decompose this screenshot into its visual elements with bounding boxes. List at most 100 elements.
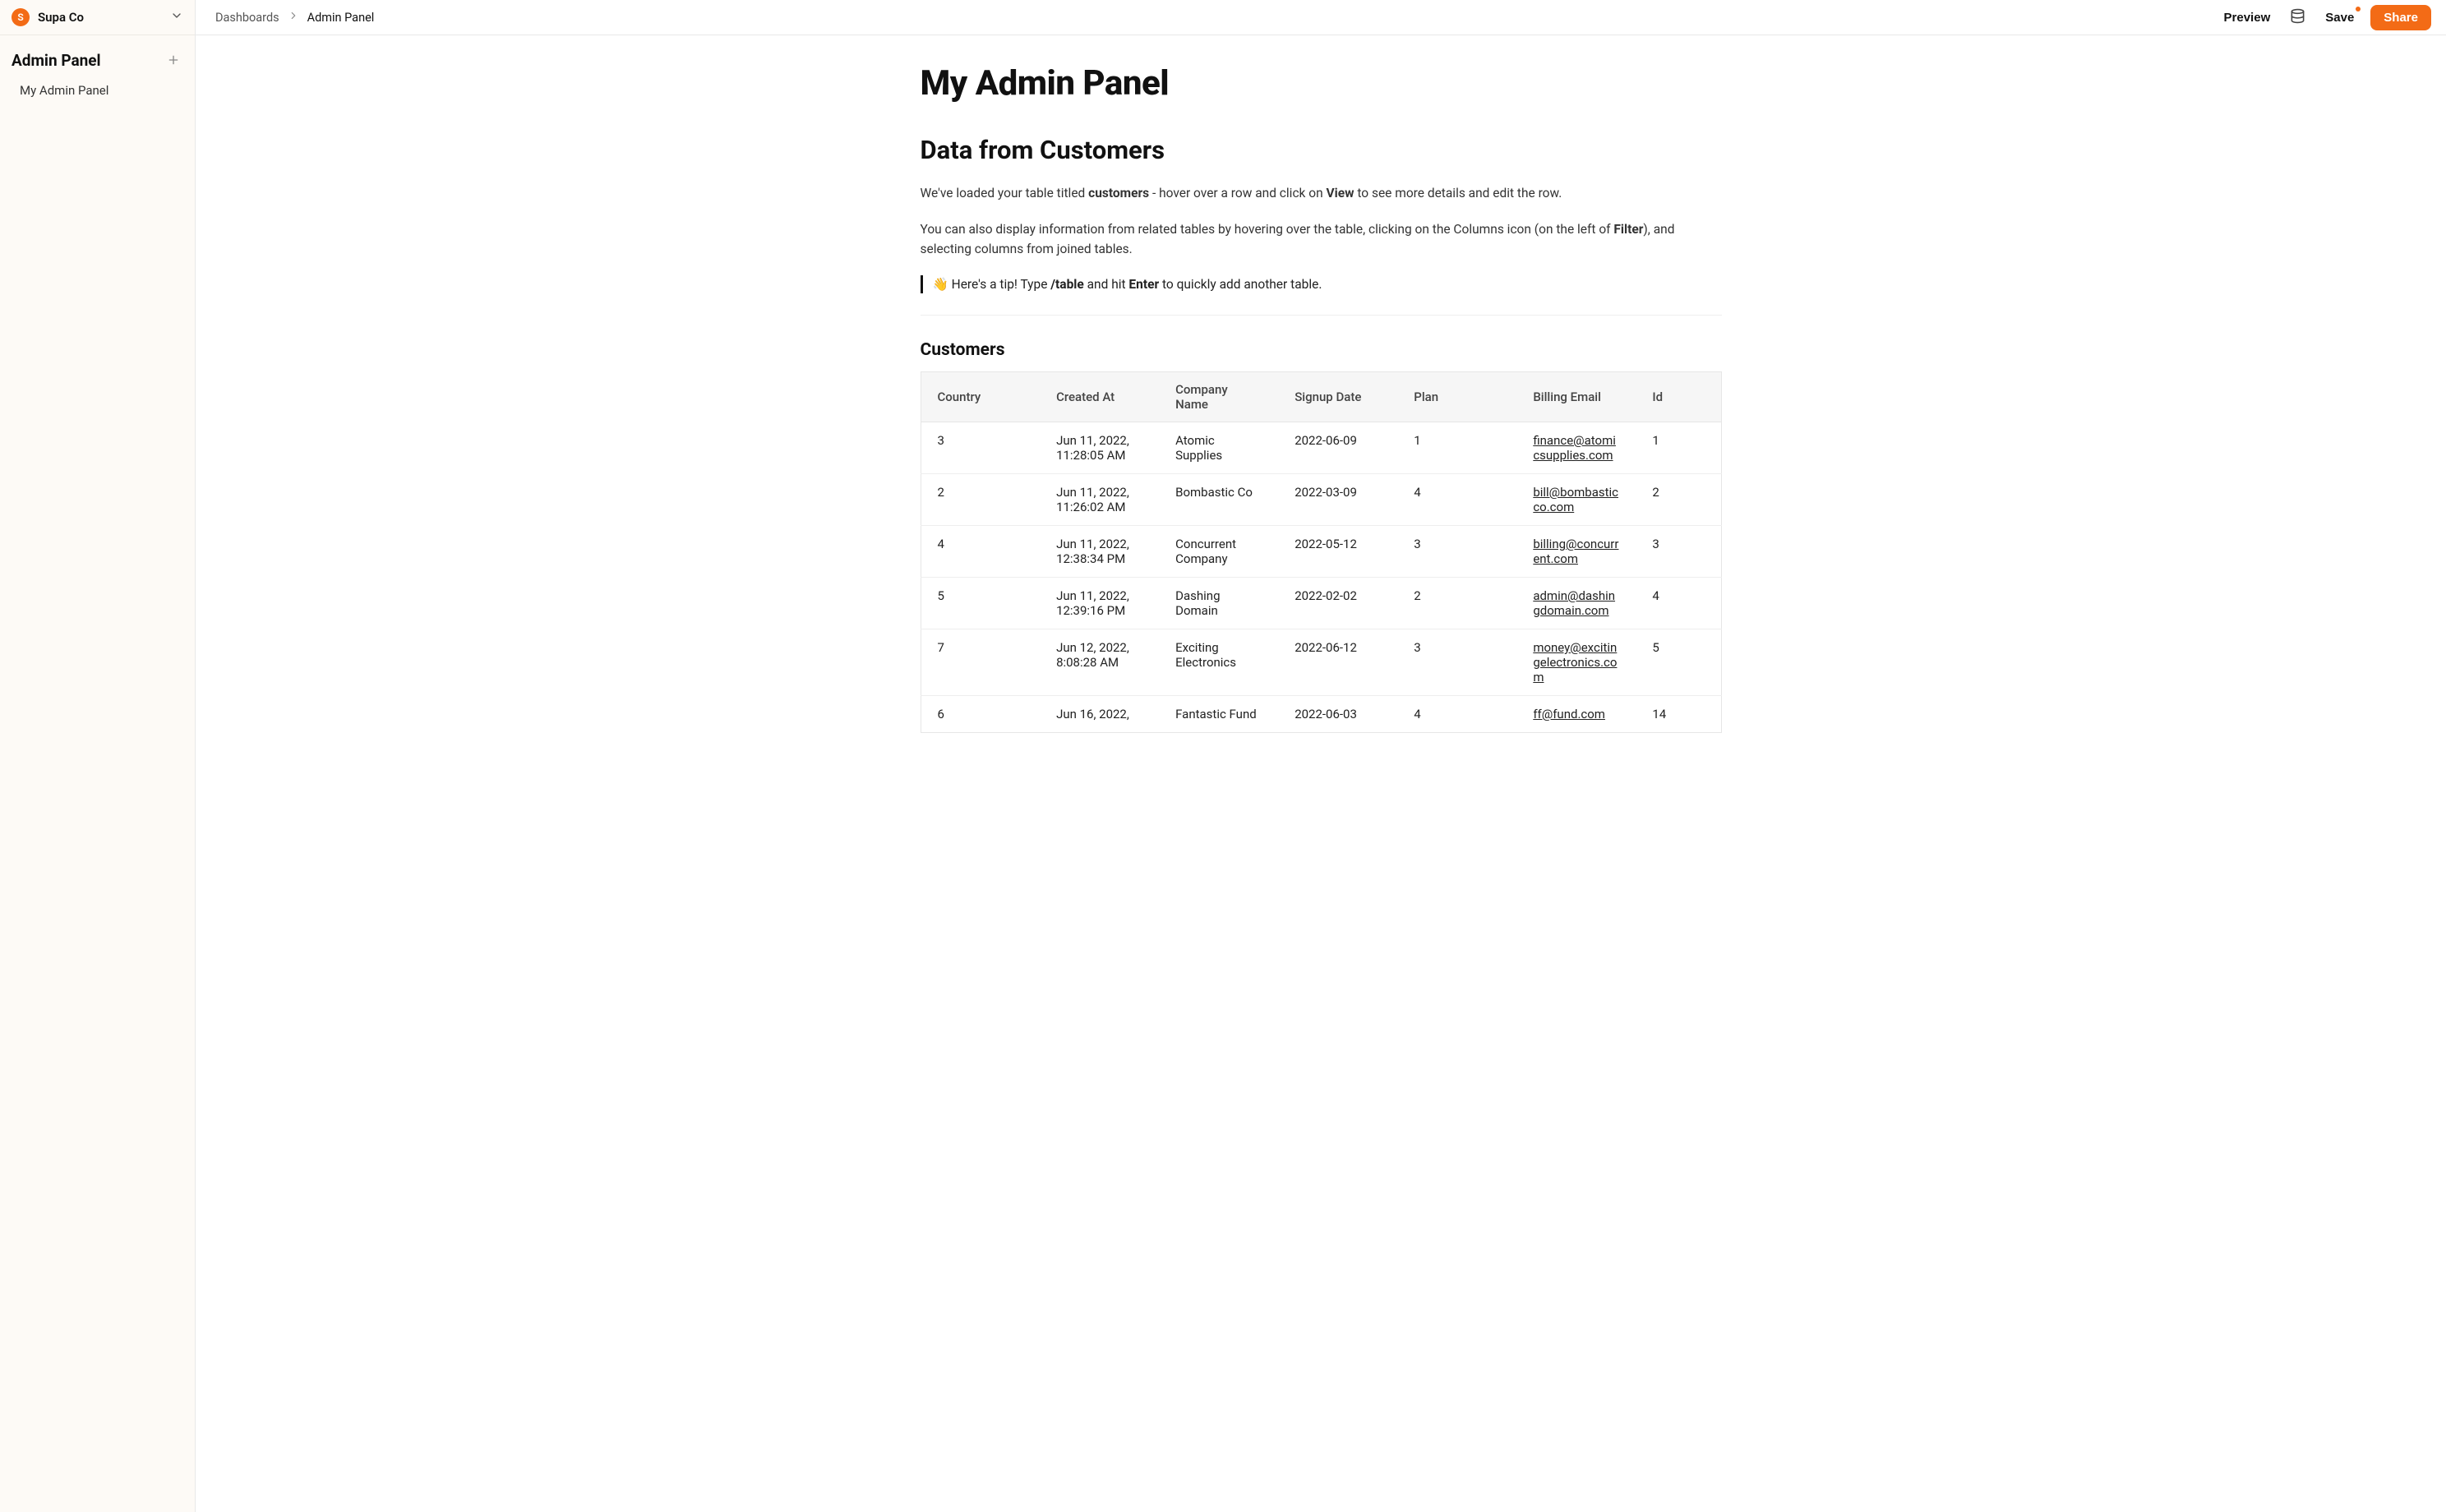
table-row[interactable]: 3Jun 11, 2022, 11:28:05 AMAtomic Supplie…: [921, 422, 1721, 474]
billing-email-link[interactable]: bill@bombasticco.com: [1533, 485, 1618, 514]
table-row[interactable]: 2Jun 11, 2022, 11:26:02 AMBombastic Co20…: [921, 474, 1721, 526]
table-row[interactable]: 5Jun 11, 2022, 12:39:16 PMDashing Domain…: [921, 578, 1721, 629]
billing-email-link[interactable]: finance@atomicsupplies.com: [1533, 433, 1616, 463]
sidebar: S Supa Co Admin Panel My Admin Panel: [0, 0, 196, 1512]
cell-created-at: Jun 11, 2022, 11:28:05 AM: [1040, 422, 1159, 474]
divider: [921, 315, 1722, 316]
text: We've loaded your table titled: [921, 186, 1089, 201]
cell-signup: 2022-05-12: [1278, 526, 1397, 578]
cell-country: 2: [921, 474, 1040, 526]
customers-table: Country Created At Company Name Signup D…: [921, 371, 1722, 733]
column-header-id[interactable]: Id: [1636, 372, 1721, 422]
add-page-button[interactable]: [164, 50, 183, 70]
chevron-down-icon: [170, 9, 183, 25]
cell-created-at: Jun 12, 2022, 8:08:28 AM: [1040, 629, 1159, 696]
table-row[interactable]: 7Jun 12, 2022, 8:08:28 AMExciting Electr…: [921, 629, 1721, 696]
workspace-switcher[interactable]: S Supa Co: [0, 0, 195, 35]
cell-id: 4: [1636, 578, 1721, 629]
intro-paragraph-1: We've loaded your table titled customers…: [921, 183, 1722, 203]
cell-signup: 2022-06-12: [1278, 629, 1397, 696]
cell-country: 7: [921, 629, 1040, 696]
sidebar-item-my-admin-panel[interactable]: My Admin Panel: [10, 76, 185, 104]
cell-company: Exciting Electronics: [1159, 629, 1278, 696]
cell-plan: 3: [1397, 629, 1516, 696]
data-source-button[interactable]: [2287, 5, 2309, 30]
cell-signup: 2022-06-03: [1278, 696, 1397, 733]
chevron-right-icon: [288, 10, 299, 25]
text: to see more details and edit the row.: [1355, 186, 1562, 201]
save-button[interactable]: Save: [2324, 7, 2356, 28]
cell-country: 5: [921, 578, 1040, 629]
cell-company: Dashing Domain: [1159, 578, 1278, 629]
cell-signup: 2022-03-09: [1278, 474, 1397, 526]
cell-company: Fantastic Fund: [1159, 696, 1278, 733]
text: Here's a tip! Type: [948, 277, 1050, 292]
text-bold: View: [1327, 186, 1355, 201]
breadcrumb: Dashboards Admin Panel: [215, 10, 2216, 25]
cell-company: Concurrent Company: [1159, 526, 1278, 578]
text: You can also display information from re…: [921, 222, 1614, 237]
cell-id: 3: [1636, 526, 1721, 578]
billing-email-link[interactable]: billing@concurrent.com: [1533, 537, 1618, 566]
cell-email: bill@bombasticco.com: [1516, 474, 1636, 526]
cell-company: Bombastic Co: [1159, 474, 1278, 526]
section-title: Data from Customers: [921, 135, 1722, 165]
cell-id: 1: [1636, 422, 1721, 474]
cell-email: admin@dashingdomain.com: [1516, 578, 1636, 629]
column-header-company-name[interactable]: Company Name: [1159, 372, 1278, 422]
cell-created-at: Jun 11, 2022, 12:39:16 PM: [1040, 578, 1159, 629]
text-bold: customers: [1088, 186, 1149, 201]
topbar: Dashboards Admin Panel Preview Save Shar…: [196, 0, 2446, 35]
cell-plan: 3: [1397, 526, 1516, 578]
preview-button[interactable]: Preview: [2222, 7, 2273, 28]
cell-company: Atomic Supplies: [1159, 422, 1278, 474]
database-icon: [2290, 8, 2305, 26]
share-button[interactable]: Share: [2370, 5, 2431, 30]
table-title: Customers: [921, 340, 1722, 360]
cell-id: 2: [1636, 474, 1721, 526]
cell-plan: 1: [1397, 422, 1516, 474]
sidebar-section: Admin Panel My Admin Panel: [0, 35, 195, 111]
cell-created-at: Jun 11, 2022, 11:26:02 AM: [1040, 474, 1159, 526]
cell-country: 3: [921, 422, 1040, 474]
billing-email-link[interactable]: ff@fund.com: [1533, 707, 1605, 721]
cell-email: money@excitingelectronics.com: [1516, 629, 1636, 696]
cell-id: 14: [1636, 696, 1721, 733]
text-bold: Filter: [1613, 222, 1643, 237]
text-bold: /table: [1050, 277, 1083, 292]
cell-created-at: Jun 11, 2022, 12:38:34 PM: [1040, 526, 1159, 578]
page-title: My Admin Panel: [921, 63, 1722, 104]
cell-country: 4: [921, 526, 1040, 578]
cell-created-at: Jun 16, 2022,: [1040, 696, 1159, 733]
cell-email: ff@fund.com: [1516, 696, 1636, 733]
breadcrumb-current[interactable]: Admin Panel: [307, 11, 375, 25]
table-row[interactable]: 4Jun 11, 2022, 12:38:34 PMConcurrent Com…: [921, 526, 1721, 578]
workspace-avatar: S: [12, 8, 30, 26]
cell-email: finance@atomicsupplies.com: [1516, 422, 1636, 474]
cell-email: billing@concurrent.com: [1516, 526, 1636, 578]
column-header-billing-email[interactable]: Billing Email: [1516, 372, 1636, 422]
unsaved-indicator: [2356, 7, 2361, 12]
cell-signup: 2022-02-02: [1278, 578, 1397, 629]
intro-paragraph-2: You can also display information from re…: [921, 219, 1722, 259]
billing-email-link[interactable]: money@excitingelectronics.com: [1533, 640, 1617, 685]
sidebar-section-title: Admin Panel: [12, 51, 101, 70]
cell-signup: 2022-06-09: [1278, 422, 1397, 474]
billing-email-link[interactable]: admin@dashingdomain.com: [1533, 588, 1615, 618]
column-header-plan[interactable]: Plan: [1397, 372, 1516, 422]
cell-id: 5: [1636, 629, 1721, 696]
table-row[interactable]: 6Jun 16, 2022,Fantastic Fund2022-06-034 f…: [921, 696, 1721, 733]
text-bold: Enter: [1128, 277, 1159, 292]
column-header-created-at[interactable]: Created At: [1040, 372, 1159, 422]
column-header-signup-date[interactable]: Signup Date: [1278, 372, 1397, 422]
text: - hover over a row and click on: [1149, 186, 1326, 201]
cell-plan: 4: [1397, 696, 1516, 733]
breadcrumb-root[interactable]: Dashboards: [215, 11, 279, 25]
workspace-name: Supa Co: [38, 10, 162, 25]
text: to quickly add another table.: [1159, 277, 1322, 292]
cell-plan: 4: [1397, 474, 1516, 526]
column-header-country[interactable]: Country: [921, 372, 1040, 422]
text: and hit: [1084, 277, 1129, 292]
tip-callout: 👋 Here's a tip! Type /table and hit Ente…: [921, 275, 1722, 293]
cell-country: 6: [921, 696, 1040, 733]
